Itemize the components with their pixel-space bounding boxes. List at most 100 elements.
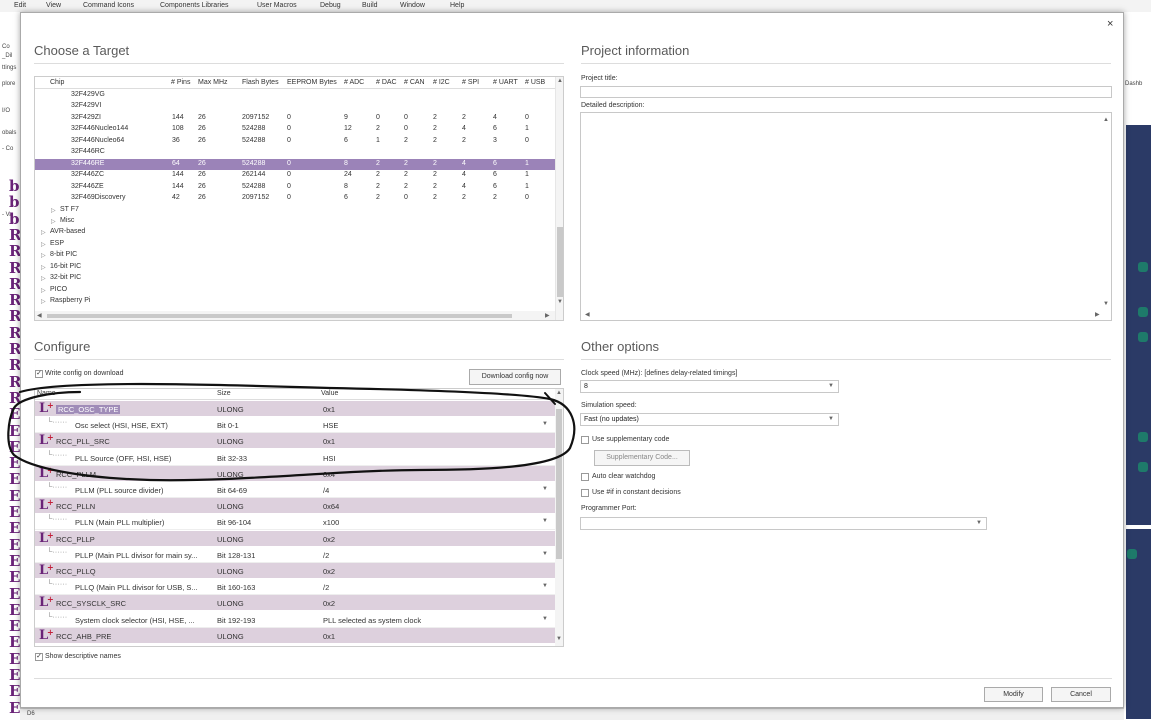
- menu-item[interactable]: Build: [362, 2, 378, 9]
- config-bit-row[interactable]: └······ PLLM (PLL source divider) Bit 64-6…: [35, 482, 555, 498]
- chip-row[interactable]: 32F446RC: [35, 147, 555, 158]
- column-header[interactable]: Flash Bytes: [242, 79, 279, 86]
- simulation-speed-combo[interactable]: Fast (no updates) ▼: [580, 413, 839, 426]
- config-bit-row[interactable]: └······ PLL Source (OFF, HSI, HSE) Bit 32-…: [35, 449, 555, 466]
- scroll-up-icon[interactable]: ▲: [557, 78, 563, 84]
- config-bit-row[interactable]: └······ PLLQ (Main PLL divisor for USB, S…: [35, 579, 555, 596]
- value-cell[interactable]: /2: [323, 583, 329, 592]
- value-cell[interactable]: /2: [323, 551, 329, 560]
- value-cell[interactable]: HSI: [323, 454, 336, 463]
- chevron-down-icon[interactable]: ▼: [542, 551, 548, 557]
- menu-item[interactable]: User Macros: [257, 2, 297, 9]
- chip-row[interactable]: 32F429VI: [35, 101, 555, 112]
- scroll-down-icon[interactable]: ▼: [557, 299, 563, 305]
- chip-row[interactable]: ▷ 16-bit PIC: [35, 262, 555, 273]
- expand-triangle-icon[interactable]: ▷: [41, 275, 46, 282]
- chevron-down-icon[interactable]: ▼: [542, 583, 548, 589]
- download-config-button[interactable]: Download config now: [469, 369, 561, 385]
- expand-triangle-icon[interactable]: ▷: [41, 264, 46, 271]
- value-cell[interactable]: 0x64: [323, 502, 339, 511]
- modify-button[interactable]: Modify: [984, 687, 1043, 702]
- config-vertical-scrollbar[interactable]: ▲ ▼: [555, 389, 563, 646]
- column-header[interactable]: # SPI: [462, 79, 479, 86]
- chevron-down-icon[interactable]: ▼: [542, 518, 548, 524]
- dashboard-tab-label[interactable]: Dashb: [1125, 81, 1142, 87]
- menu-item[interactable]: Help: [450, 2, 464, 9]
- chevron-down-icon[interactable]: ▼: [828, 416, 834, 422]
- value-cell[interactable]: 0x4: [323, 470, 335, 479]
- config-parameter-row[interactable]: L + RCC_PLLM ULONG 0x4: [35, 465, 555, 482]
- chevron-down-icon[interactable]: ▼: [976, 520, 982, 526]
- config-bit-row[interactable]: └······ PLLN (Main PLL multiplier) Bit 96-…: [35, 514, 555, 531]
- chip-row[interactable]: 32F469Discovery 42 26 2097152 0 6 2 0 2 2 2 0: [35, 193, 555, 204]
- chip-row[interactable]: 32F429VG: [35, 90, 555, 101]
- scroll-thumb[interactable]: [556, 409, 562, 559]
- expand-triangle-icon[interactable]: ▷: [41, 298, 46, 305]
- project-title-input[interactable]: [580, 86, 1112, 98]
- column-header[interactable]: # ADC: [344, 79, 364, 86]
- menu-item[interactable]: Components Libraries: [160, 2, 228, 9]
- value-cell[interactable]: 0x2: [323, 599, 335, 608]
- scroll-thumb[interactable]: [557, 227, 563, 297]
- column-header[interactable]: # Pins: [171, 79, 190, 86]
- chip-list-horizontal-scrollbar[interactable]: ◀ ▶: [35, 311, 555, 320]
- chip-row[interactable]: 32F446Nucleo144 108 26 524288 0 12 2 0 2 4 6 1: [35, 124, 555, 135]
- expand-triangle-icon[interactable]: ▷: [51, 207, 56, 214]
- supplementary-code-checkbox[interactable]: [581, 436, 589, 444]
- chip-row[interactable]: ▷ 32-bit PIC: [35, 273, 555, 284]
- scroll-left-icon[interactable]: ◀: [585, 311, 590, 318]
- config-parameter-row[interactable]: L + RCC_PLLN ULONG 0x64: [35, 497, 555, 515]
- config-parameter-row[interactable]: L + RCC_SYSCLK_SRC ULONG 0x2: [35, 594, 555, 612]
- menu-item[interactable]: Command Icons: [83, 2, 134, 9]
- clock-speed-combo[interactable]: 8 ▼: [580, 380, 839, 393]
- chip-row-selected[interactable]: 32F446RE 64 26 524288 0 8 2 2 2 4 6 1: [35, 158, 555, 170]
- value-cell[interactable]: HSE: [323, 421, 338, 430]
- menu-item[interactable]: Debug: [320, 2, 341, 9]
- value-cell[interactable]: PLL selected as system clock: [323, 616, 421, 625]
- value-cell[interactable]: 0x1: [323, 437, 335, 446]
- chip-row[interactable]: 32F446Nucleo64 36 26 524288 0 6 1 2 2 2 3 0: [35, 136, 555, 147]
- config-bit-row[interactable]: └······ System clock selector (HSI, HSE, …: [35, 611, 555, 628]
- show-descriptive-checkbox[interactable]: ✓: [35, 653, 43, 661]
- value-cell[interactable]: 0x2: [323, 567, 335, 576]
- use-if-checkbox[interactable]: [581, 489, 589, 497]
- config-parameter-row[interactable]: L + RCC_PLLQ ULONG 0x2: [35, 562, 555, 579]
- scroll-thumb[interactable]: [47, 314, 512, 318]
- config-bit-row[interactable]: └······ Osc select (HSI, HSE, EXT) Bit 0-1…: [35, 417, 555, 434]
- scroll-up-icon[interactable]: ▲: [1103, 117, 1109, 123]
- column-header[interactable]: # UART: [493, 79, 518, 86]
- cancel-button[interactable]: Cancel: [1051, 687, 1111, 702]
- expand-triangle-icon[interactable]: ▷: [41, 287, 46, 294]
- column-header[interactable]: # USB: [525, 79, 545, 86]
- column-header[interactable]: EEPROM Bytes: [287, 79, 337, 86]
- description-textarea[interactable]: ▲ ▼ ◀ ▶: [580, 112, 1112, 321]
- chip-row[interactable]: 32F429ZI 144 26 2097152 0 9 0 0 2 2 4 0: [35, 113, 555, 124]
- expand-triangle-icon[interactable]: ▷: [41, 229, 46, 236]
- expand-triangle-icon[interactable]: ▷: [41, 241, 46, 248]
- chevron-down-icon[interactable]: ▼: [542, 486, 548, 492]
- config-parameter-row[interactable]: L + RCC_PLL_SRC ULONG 0x1: [35, 432, 555, 450]
- auto-clear-watchdog-checkbox[interactable]: [581, 473, 589, 481]
- column-header[interactable]: # CAN: [404, 79, 425, 86]
- column-header[interactable]: Size: [217, 390, 231, 397]
- config-bit-row[interactable]: └······ PLLP (Main PLL divisor for main s…: [35, 546, 555, 563]
- supplementary-code-button[interactable]: Supplementary Code...: [594, 450, 690, 466]
- chip-row[interactable]: 32F446ZC 144 26 262144 0 24 2 2 2 4 6 1: [35, 170, 555, 181]
- expand-triangle-icon[interactable]: ▷: [41, 252, 46, 259]
- scroll-down-icon[interactable]: ▼: [556, 636, 562, 642]
- chip-row[interactable]: ▷ 8-bit PIC: [35, 250, 555, 261]
- scroll-right-icon[interactable]: ▶: [545, 312, 550, 319]
- chip-row[interactable]: ▷ AVR-based: [35, 227, 555, 238]
- scroll-up-icon[interactable]: ▲: [556, 390, 562, 396]
- write-config-checkbox[interactable]: ✓: [35, 370, 43, 378]
- menu-item[interactable]: Window: [400, 2, 425, 9]
- column-header[interactable]: # I2C: [433, 79, 450, 86]
- column-header[interactable]: Chip: [50, 79, 64, 86]
- value-cell[interactable]: 0x2: [323, 535, 335, 544]
- programmer-port-combo[interactable]: ▼: [580, 517, 987, 530]
- scroll-down-icon[interactable]: ▼: [1103, 301, 1109, 307]
- chip-row[interactable]: ▷ PICO: [35, 285, 555, 296]
- chevron-down-icon[interactable]: ▼: [828, 383, 834, 389]
- close-icon[interactable]: ×: [1107, 18, 1113, 30]
- config-grid[interactable]: Name Size Value L + RCC_OSC_TYPE ULONG 0x1 └·…: [34, 388, 564, 647]
